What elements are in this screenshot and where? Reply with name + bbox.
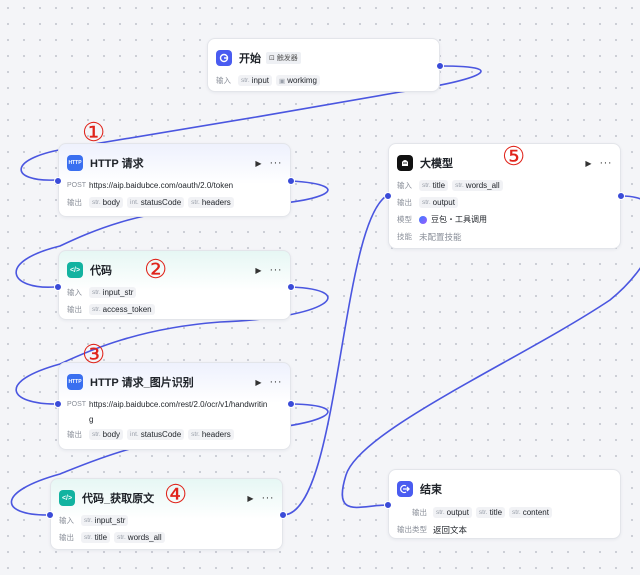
run-icon[interactable]: ▶ [585, 159, 591, 168]
method-label: POST [67, 182, 87, 189]
out-output: str. output [419, 197, 458, 208]
annotation-3: ③ [82, 340, 106, 370]
out-headers: str. headers [188, 197, 234, 208]
in-input-str: str. input_str [89, 287, 137, 298]
var-input: str. input [238, 75, 273, 86]
out-headers: str. headers [188, 429, 234, 440]
input-label: 输入 [59, 516, 74, 525]
llm-input-port[interactable] [384, 192, 392, 200]
code-icon: </> [67, 262, 83, 278]
more-icon[interactable]: ··· [270, 376, 283, 388]
annotation-4: ④ [164, 480, 188, 510]
code1-input-port[interactable] [54, 283, 62, 291]
run-icon[interactable]: ▶ [255, 266, 261, 275]
output-label: 输出 [67, 198, 82, 207]
method-label: POST [67, 401, 87, 408]
http2-output-port[interactable] [287, 400, 295, 408]
request-url: https://aip.baidubce.com/oauth/2.0/token [89, 181, 234, 190]
node-title: 开始 [239, 53, 261, 65]
output-label: 输出 [67, 430, 82, 439]
model-name: 豆包・工具调用 [431, 215, 487, 224]
code-node[interactable]: </> 代码 ▶ ··· 输入 str. input_str 输出 str. acce… [58, 250, 291, 320]
http1-input-port[interactable] [54, 177, 62, 185]
model-label: 模型 [397, 215, 412, 224]
http-icon: HTTP [67, 374, 83, 390]
skill-value: 未配置技能 [419, 231, 462, 242]
code-icon: </> [59, 490, 75, 506]
out-title: str. title [81, 532, 111, 543]
trigger-badge: ⊡ 触发器 [266, 52, 301, 64]
in-words-all: str. words_all [452, 180, 503, 191]
code1-output-port[interactable] [287, 283, 295, 291]
more-icon[interactable]: ··· [270, 264, 283, 276]
edge-code2-to-llm [282, 194, 389, 516]
node-title: 代码 [90, 265, 112, 277]
http-icon: HTTP [67, 155, 83, 171]
llm-output-port[interactable] [617, 192, 625, 200]
output-type-value: 返回文本 [433, 524, 468, 535]
run-icon[interactable]: ▶ [255, 378, 261, 387]
image-icon: ▣ [279, 77, 286, 85]
start-output-port[interactable] [436, 62, 444, 70]
request-url-wrap: g [89, 415, 94, 424]
out-title: str. title [475, 507, 506, 518]
node-title: 代码_获取原文 [82, 493, 155, 505]
out-statuscode: int. statusCode [127, 429, 185, 440]
output-label: 输出 [67, 305, 82, 314]
input-label: 输入 [216, 76, 231, 85]
node-title: 大模型 [420, 158, 453, 170]
out-content: str. content [509, 507, 552, 518]
http2-input-port[interactable] [54, 400, 62, 408]
var-workimg: ▣ workimg [276, 75, 320, 86]
run-icon[interactable]: ▶ [247, 494, 253, 503]
out-body: str. body [89, 429, 124, 440]
end-icon [397, 481, 413, 497]
in-title: str. title [419, 180, 449, 191]
input-label: 输入 [67, 288, 82, 297]
http1-output-port[interactable] [287, 177, 295, 185]
run-icon[interactable]: ▶ [255, 159, 261, 168]
in-input-str: str. input_str [81, 515, 129, 526]
doubao-icon [419, 215, 427, 224]
node-title: HTTP 请求_图片识别 [90, 377, 194, 389]
start-node[interactable]: 开始 ⊡ 触发器 输入 str. input ▣ workimg [207, 38, 440, 92]
annotation-2: ② [144, 255, 168, 285]
more-icon[interactable]: ··· [262, 492, 275, 504]
skill-label: 技能 [397, 232, 412, 241]
code2-output-port[interactable] [279, 511, 287, 519]
out-access-token: str. access_token [89, 304, 155, 315]
output-label: 输出 [59, 533, 74, 542]
http-request-node[interactable]: HTTP HTTP 请求 ▶ ··· POST https://aip.baidu… [58, 143, 291, 217]
llm-icon [397, 155, 413, 171]
annotation-5: ⑤ [502, 142, 526, 172]
input-label: 输入 [397, 181, 412, 190]
code2-input-port[interactable] [46, 511, 54, 519]
output-label: 输出 [397, 198, 412, 207]
more-icon[interactable]: ··· [270, 157, 283, 169]
start-icon [216, 50, 232, 66]
out-words-all: str. words_all [114, 532, 165, 543]
out-statuscode: int. statusCode [127, 197, 185, 208]
request-url: https://aip.baidubce.com/rest/2.0/ocr/v1… [89, 400, 268, 409]
out-body: str. body [89, 197, 124, 208]
annotation-1: ① [82, 118, 106, 148]
end-node[interactable]: 结束 输出 str. output str. title str. content 输… [388, 469, 621, 539]
output-label: 输出 [412, 508, 427, 517]
more-icon[interactable]: ··· [600, 157, 613, 169]
output-type-label: 输出类型 [397, 525, 427, 534]
node-title: 结束 [420, 484, 442, 496]
end-input-port[interactable] [384, 501, 392, 509]
out-output: str. output [433, 507, 472, 518]
node-title: HTTP 请求 [90, 158, 144, 170]
http-ocr-node[interactable]: HTTP HTTP 请求_图片识别 ▶ ··· POST https://aip.… [58, 362, 291, 450]
